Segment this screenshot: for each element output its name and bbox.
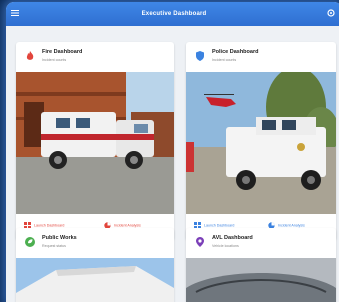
leaf-icon xyxy=(25,237,35,247)
menu-icon[interactable] xyxy=(10,8,20,18)
fire-truck-image xyxy=(16,72,174,214)
card-title: Fire Dashboard xyxy=(42,49,83,55)
card-title: Public Works xyxy=(42,235,77,241)
shield-icon xyxy=(196,51,204,61)
flame-icon xyxy=(26,51,34,60)
police-humvee-image xyxy=(186,72,336,214)
public-works-image xyxy=(16,258,174,302)
dashboard-grid: Fire Dashboard Incident counts Launch Da… xyxy=(6,26,339,302)
map-pin-icon xyxy=(196,237,204,247)
card-header: Fire Dashboard Incident counts xyxy=(24,48,166,68)
avl-dashboard-card[interactable]: AVL Dashboard Vehicle locations xyxy=(186,228,336,302)
card-subtitle: Incident counts xyxy=(42,58,67,62)
card-subtitle: Request status xyxy=(42,244,66,248)
tablet-screen: Executive Dashboard Fire Dashboard Incid… xyxy=(6,2,339,302)
police-dashboard-card[interactable]: Police Dashboard Incident counts Launch … xyxy=(186,42,336,240)
card-title: Police Dashboard xyxy=(212,49,259,55)
header-bar: Executive Dashboard xyxy=(6,2,339,26)
action-label: Incident Analysis xyxy=(114,223,141,228)
avl-vehicle-image xyxy=(186,258,336,302)
action-label: Launch Dashboard xyxy=(204,223,235,228)
action-label: Incident Analysis xyxy=(278,223,305,228)
card-header: Public Works Request status xyxy=(24,234,166,254)
page-title: Executive Dashboard xyxy=(141,11,207,17)
card-header: Police Dashboard Incident counts xyxy=(194,48,329,68)
settings-icon[interactable] xyxy=(326,8,336,18)
card-header: AVL Dashboard Vehicle locations xyxy=(194,234,329,254)
card-title: AVL Dashboard xyxy=(212,235,253,241)
card-subtitle: Vehicle locations xyxy=(212,244,239,248)
action-label: Launch Dashboard xyxy=(34,223,65,228)
card-subtitle: Incident counts xyxy=(212,58,237,62)
fire-dashboard-card[interactable]: Fire Dashboard Incident counts Launch Da… xyxy=(16,42,174,240)
public-works-card[interactable]: Public Works Request status xyxy=(16,228,174,302)
